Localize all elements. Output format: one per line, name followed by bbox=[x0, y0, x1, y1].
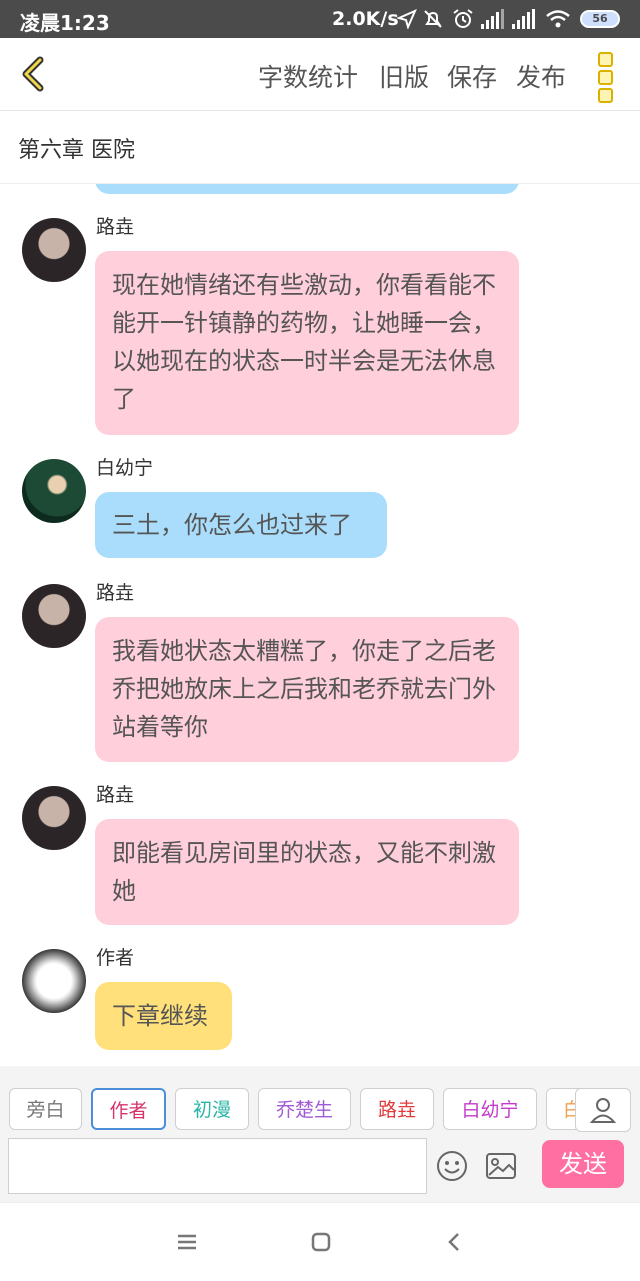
back-icon[interactable] bbox=[446, 1231, 462, 1253]
speaker-name: 路垚 bbox=[96, 216, 135, 238]
status-bar: 凌晨1:23 2.0K/s 56 bbox=[0, 0, 640, 38]
speaker-name: 路垚 bbox=[96, 582, 135, 604]
message-bubble[interactable]: 我看她状态太糟糕了，你走了之后老乔把她放床上之后我和老乔就去门外站着等你 bbox=[95, 617, 519, 762]
role-label: 白幼宁 bbox=[461, 1099, 519, 1121]
chapter-header: 第六章 医院 bbox=[0, 111, 640, 184]
battery-indicator: 56 bbox=[580, 10, 620, 28]
word-count-button[interactable]: 字数统计 bbox=[258, 58, 358, 94]
role-label: 旁白 bbox=[26, 1099, 65, 1121]
role-chip-luyao[interactable]: 路垚 bbox=[360, 1088, 434, 1130]
avatar[interactable] bbox=[22, 218, 86, 282]
role-chip-chuman[interactable]: 初漫 bbox=[175, 1088, 249, 1130]
network-speed: 2.0K/s bbox=[332, 8, 399, 30]
status-time: 凌晨1:23 bbox=[20, 11, 110, 35]
speaker-name: 作者 bbox=[96, 947, 135, 969]
send-button[interactable]: 发送 bbox=[542, 1140, 624, 1188]
message-bubble-partial bbox=[95, 184, 519, 194]
avatar[interactable] bbox=[22, 584, 86, 648]
signal-icon-2 bbox=[512, 9, 536, 29]
save-button[interactable]: 保存 bbox=[447, 58, 497, 94]
role-chip-narration[interactable]: 旁白 bbox=[9, 1088, 82, 1130]
message-bubble[interactable]: 下章继续 bbox=[95, 982, 232, 1050]
role-label: 初漫 bbox=[192, 1099, 231, 1121]
chapter-title: 第六章 医院 bbox=[18, 138, 135, 163]
message-bubble[interactable]: 现在她情绪还有些激动，你看看能不能开一针镇静的药物，让她睡一会，以她现在的状态一… bbox=[95, 251, 519, 435]
smiley-icon[interactable] bbox=[436, 1150, 468, 1182]
person-icon[interactable] bbox=[575, 1088, 631, 1132]
system-nav-bar bbox=[0, 1202, 640, 1281]
avatar[interactable] bbox=[22, 949, 86, 1013]
speaker-name: 白幼宁 bbox=[96, 457, 154, 479]
location-icon bbox=[397, 9, 417, 29]
home-icon[interactable] bbox=[310, 1231, 332, 1253]
avatar[interactable] bbox=[22, 786, 86, 850]
chevron-left-icon[interactable] bbox=[14, 54, 54, 94]
role-label: 作者 bbox=[109, 1100, 148, 1122]
role-label: 路垚 bbox=[377, 1099, 416, 1121]
editor-toolbar: 字数统计 旧版 保存 发布 bbox=[0, 38, 640, 111]
message-bubble[interactable]: 即能看见房间里的状态，又能不刺激她 bbox=[95, 819, 519, 925]
mute-bell-icon bbox=[424, 10, 442, 28]
role-chip-author[interactable]: 作者 bbox=[91, 1088, 166, 1130]
avatar[interactable] bbox=[22, 459, 86, 523]
menu-icon[interactable] bbox=[176, 1233, 198, 1251]
old-version-button[interactable]: 旧版 bbox=[379, 58, 429, 94]
message-input[interactable] bbox=[8, 1138, 427, 1194]
alarm-icon bbox=[453, 9, 473, 28]
publish-button[interactable]: 发布 bbox=[516, 58, 566, 94]
role-chip-baiyouning[interactable]: 白幼宁 bbox=[443, 1088, 537, 1130]
speaker-name: 路垚 bbox=[96, 784, 135, 806]
message-bubble[interactable]: 三土，你怎么也过来了 bbox=[95, 492, 387, 558]
image-icon[interactable] bbox=[485, 1151, 517, 1181]
role-label: 乔楚生 bbox=[275, 1099, 333, 1121]
more-menu-icon[interactable] bbox=[597, 52, 615, 103]
signal-icon bbox=[481, 9, 505, 29]
wifi-icon bbox=[546, 10, 570, 28]
chat-list: 路垚 现在她情绪还有些激动，你看看能不能开一针镇静的药物，让她睡一会，以她现在的… bbox=[0, 184, 640, 1066]
role-chip-qiaochusheng[interactable]: 乔楚生 bbox=[258, 1088, 351, 1130]
